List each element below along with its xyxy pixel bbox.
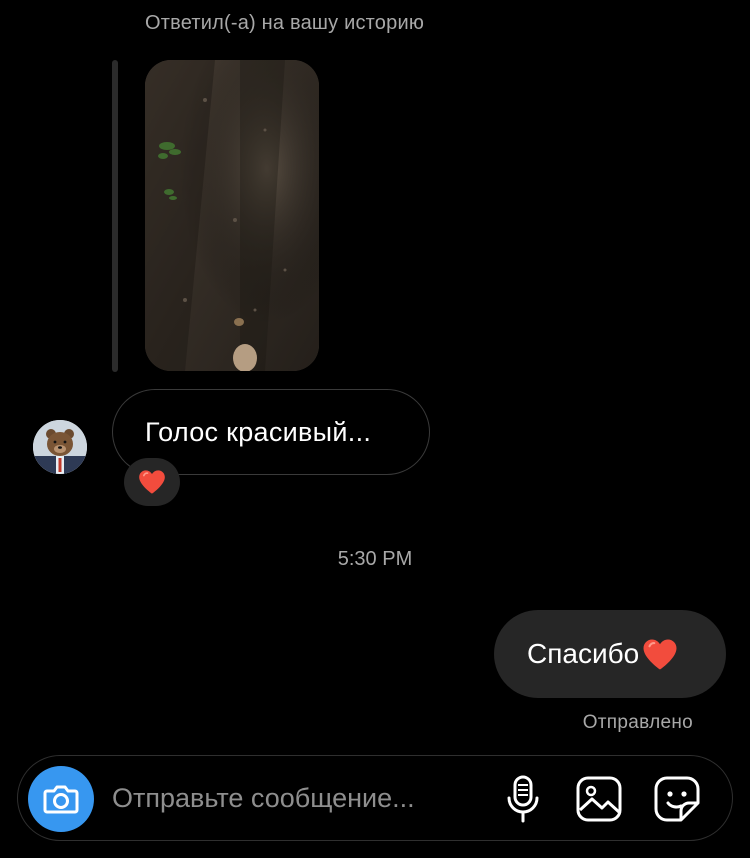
incoming-message-text: Голос красивый... xyxy=(145,416,372,447)
microphone-button[interactable] xyxy=(498,774,548,824)
microphone-icon xyxy=(507,775,539,823)
reply-quote-bar xyxy=(112,60,118,372)
sender-avatar[interactable] xyxy=(33,420,87,474)
message-timestamp: 5:30 PM xyxy=(337,548,413,570)
sticker-icon xyxy=(654,776,700,822)
camera-icon xyxy=(43,785,79,814)
story-thumbnail[interactable] xyxy=(145,60,319,371)
message-input[interactable] xyxy=(112,776,472,820)
bear-avatar-icon xyxy=(33,420,87,474)
reply-caption: Ответил(-а) на вашу историю xyxy=(145,12,425,34)
message-composer xyxy=(17,755,733,841)
gallery-icon xyxy=(576,776,622,822)
sticker-button[interactable] xyxy=(652,774,702,824)
reaction-chip[interactable] xyxy=(124,458,180,506)
outgoing-message-bubble[interactable]: Спасибо xyxy=(494,610,726,698)
story-photo xyxy=(145,60,319,371)
camera-button[interactable] xyxy=(28,766,94,832)
outgoing-message-text: Спасибо xyxy=(527,638,640,669)
heart-emoji-icon xyxy=(642,638,678,671)
message-status: Отправлено xyxy=(582,712,693,733)
gallery-button[interactable] xyxy=(574,774,624,824)
heart-reaction-icon xyxy=(139,470,165,494)
